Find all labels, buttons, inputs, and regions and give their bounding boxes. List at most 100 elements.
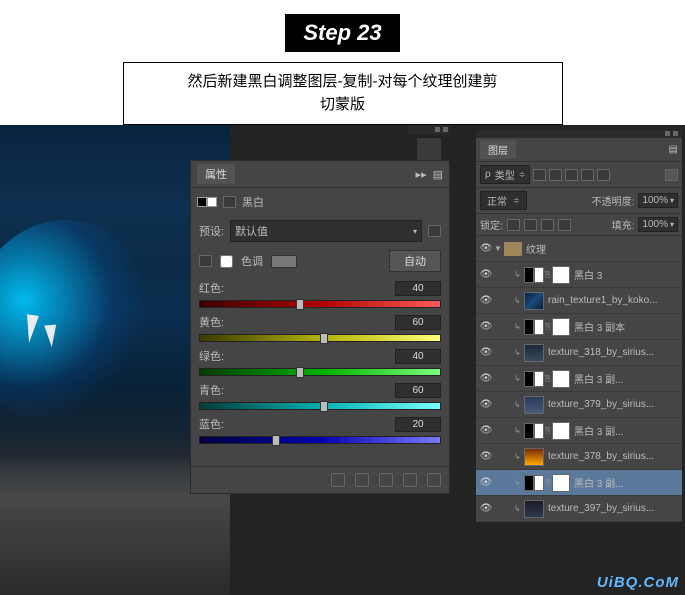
lock-position-icon[interactable] <box>541 219 554 231</box>
layer-name[interactable]: texture_379_by_sirius... <box>548 399 680 410</box>
layer-name[interactable]: rain_texture1_by_koko... <box>548 295 680 306</box>
visibility-toggle[interactable]: 👁 <box>478 503 494 514</box>
collapse-icon[interactable]: ▸▸ <box>416 168 427 181</box>
slider-value[interactable]: 40 <box>395 349 441 364</box>
layer-group-row[interactable]: 👁 ▼ 纹理 <box>476 236 682 262</box>
layer-name[interactable]: texture_397_by_sirius... <box>548 503 680 514</box>
auto-button[interactable]: 自动 <box>389 250 441 272</box>
layer-row[interactable]: 👁↳⎘黑白 3 副... <box>476 418 682 444</box>
clip-indicator-icon: ↳ <box>514 374 524 383</box>
target-adjust-icon[interactable] <box>199 255 212 267</box>
visibility-toggle[interactable]: 👁 <box>478 425 494 436</box>
visibility-toggle[interactable]: 👁 <box>478 243 494 254</box>
folder-icon <box>504 242 522 256</box>
slider-track[interactable] <box>199 334 441 342</box>
layer-name[interactable]: 纹理 <box>526 241 680 256</box>
fill-input[interactable]: 100%▾ <box>638 217 678 232</box>
filter-pixel-icon[interactable] <box>533 169 546 181</box>
layer-row[interactable]: 👁↳⎘黑白 3 副本 <box>476 314 682 340</box>
dock-collapse-bar[interactable] <box>408 125 450 135</box>
visibility-toggle[interactable]: 👁 <box>478 269 494 280</box>
slider-track[interactable] <box>199 368 441 376</box>
slider-thumb[interactable] <box>320 333 328 344</box>
slider-value[interactable]: 60 <box>395 315 441 330</box>
layer-name[interactable]: 黑白 3 <box>574 267 680 282</box>
slider-value[interactable]: 20 <box>395 417 441 432</box>
layer-row[interactable]: 👁↳texture_378_by_sirius... <box>476 444 682 470</box>
visibility-toggle[interactable]: 👁 <box>478 451 494 462</box>
visibility-toggle[interactable]: 👁 <box>478 399 494 410</box>
slider-thumb[interactable] <box>272 435 280 446</box>
properties-tab[interactable]: 属性 <box>197 164 235 184</box>
layers-collapse-bar[interactable] <box>476 130 682 138</box>
mask-icon[interactable] <box>223 196 236 208</box>
filter-toggle[interactable] <box>665 169 678 181</box>
blend-mode-dropdown[interactable]: 正常≑ <box>480 191 527 210</box>
panel-menu-icon[interactable]: ▤ <box>433 168 443 181</box>
tint-checkbox[interactable] <box>220 255 233 268</box>
layer-name[interactable]: texture_318_by_sirius... <box>548 347 680 358</box>
view-previous-icon[interactable] <box>355 473 369 487</box>
visibility-toggle[interactable]: 👁 <box>478 295 494 306</box>
visibility-toggle[interactable]: 👁 <box>478 477 494 488</box>
layer-mask[interactable] <box>552 422 570 440</box>
visibility-icon[interactable] <box>403 473 417 487</box>
layer-thumbnail[interactable] <box>524 344 544 362</box>
layer-row[interactable]: 👁↳⎘黑白 3 副... <box>476 366 682 392</box>
filter-adjust-icon[interactable] <box>549 169 562 181</box>
lock-transparency-icon[interactable] <box>507 219 520 231</box>
layer-row[interactable]: 👁↳texture_318_by_sirius... <box>476 340 682 366</box>
panel-menu-icon[interactable]: ▤ <box>669 144 678 155</box>
layer-name[interactable]: 黑白 3 副... <box>574 371 680 386</box>
filter-type-icon[interactable] <box>565 169 578 181</box>
caption-line1: 然后新建黑白调整图层-复制-对每个纹理创建剪 <box>134 71 552 94</box>
layer-row[interactable]: 👁 ↳ rain_texture1_by_koko... <box>476 288 682 314</box>
slider-track[interactable] <box>199 436 441 444</box>
layer-name[interactable]: texture_378_by_sirius... <box>548 451 680 462</box>
slider-track[interactable] <box>199 300 441 308</box>
chevron-down-icon[interactable]: ▼ <box>494 244 504 253</box>
slider-value[interactable]: 60 <box>395 383 441 398</box>
preset-dropdown[interactable]: 默认值 ▾ <box>230 220 422 242</box>
layer-thumbnail[interactable] <box>524 448 544 466</box>
dock-arrow-icon <box>435 127 440 132</box>
layer-row[interactable]: 👁↳texture_397_by_sirius... <box>476 496 682 522</box>
layer-name[interactable]: 黑白 3 副本 <box>574 319 680 334</box>
clip-indicator-icon: ↳ <box>514 478 524 487</box>
visibility-toggle[interactable]: 👁 <box>478 373 494 384</box>
slider-value[interactable]: 40 <box>395 281 441 296</box>
layer-mask[interactable] <box>552 370 570 388</box>
layer-mask[interactable] <box>552 266 570 284</box>
layer-row[interactable]: 👁↳⎘黑白 3 副... <box>476 470 682 496</box>
layer-thumbnail[interactable] <box>524 396 544 414</box>
visibility-toggle[interactable]: 👁 <box>478 347 494 358</box>
link-icon: ⎘ <box>544 426 552 436</box>
layer-row[interactable]: 👁↳texture_379_by_sirius... <box>476 392 682 418</box>
tint-swatch[interactable] <box>271 255 297 268</box>
visibility-toggle[interactable]: 👁 <box>478 321 494 332</box>
slider-thumb[interactable] <box>296 367 304 378</box>
filter-smart-icon[interactable] <box>597 169 610 181</box>
preset-menu-icon[interactable] <box>428 225 441 237</box>
filter-shape-icon[interactable] <box>581 169 594 181</box>
slider-thumb[interactable] <box>320 401 328 412</box>
trash-icon[interactable] <box>427 473 441 487</box>
layer-name[interactable]: 黑白 3 副... <box>574 475 680 490</box>
layer-row[interactable]: 👁↳⎘黑白 3 <box>476 262 682 288</box>
slider-thumb[interactable] <box>296 299 304 310</box>
lock-all-icon[interactable] <box>558 219 571 231</box>
clip-indicator-icon: ↳ <box>514 296 524 305</box>
clip-icon[interactable] <box>331 473 345 487</box>
filter-type-dropdown[interactable]: ρ类型≑ <box>480 165 530 184</box>
lock-pixels-icon[interactable] <box>524 219 537 231</box>
opacity-input[interactable]: 100%▾ <box>638 193 678 208</box>
layer-mask[interactable] <box>552 474 570 492</box>
layers-tab[interactable]: 图层 <box>480 140 516 159</box>
layer-mask[interactable] <box>552 318 570 336</box>
reset-icon[interactable] <box>379 473 393 487</box>
slider-label: 蓝色: <box>199 416 224 432</box>
slider-track[interactable] <box>199 402 441 410</box>
layer-thumbnail[interactable] <box>524 500 544 518</box>
layer-name[interactable]: 黑白 3 副... <box>574 423 680 438</box>
layer-thumbnail[interactable] <box>524 292 544 310</box>
